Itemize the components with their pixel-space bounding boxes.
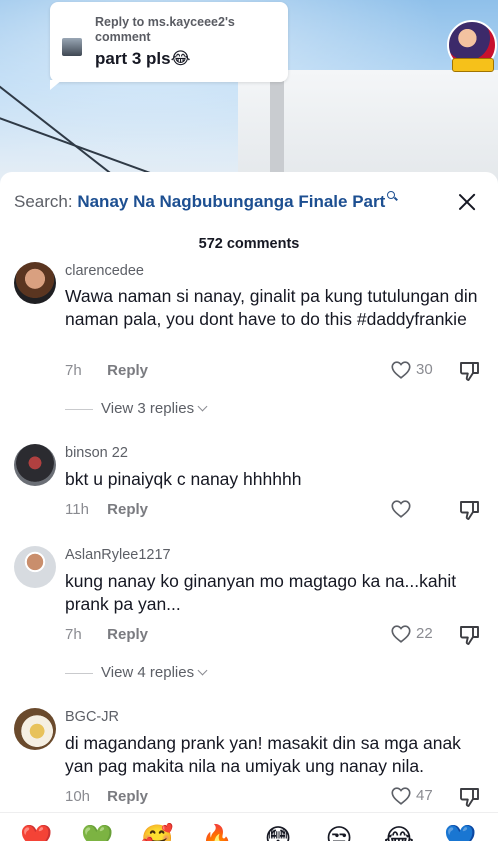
view-replies-label: View 3 replies [101,400,195,417]
avatar[interactable] [14,708,56,750]
like-count: 47 [416,787,433,804]
comment-meta: 7h Reply [65,626,148,643]
search-prefix: Search: [14,192,73,211]
heart-outline-icon [391,787,411,805]
comment-username[interactable]: BGC-JR [65,709,119,725]
comment-text: bkt u pinaiyqk c nanay hhhhhh [65,469,302,489]
like-button[interactable]: 47 [390,785,440,809]
heart-outline-icon [391,625,411,643]
comment-meta: 11h Reply [65,501,148,518]
chevron-down-icon [197,665,208,676]
emoji-smiling-hearts[interactable]: 🥰 [141,822,173,841]
comment-item: BGC-JR di magandang prank yan! masakit d… [0,706,498,810]
avatar[interactable] [14,444,56,486]
emoji-fire[interactable]: 🔥 [201,822,233,841]
reply-button[interactable]: Reply [107,362,148,379]
like-button[interactable] [390,498,440,522]
dislike-button[interactable] [458,359,482,383]
comment-username[interactable]: clarencedee [65,262,144,276]
divider-line [65,672,93,674]
like-button[interactable]: 22 [390,623,440,647]
emoji-green-heart[interactable]: 💚 [81,822,113,841]
thumbs-down-icon [460,362,479,381]
creator-badge [452,58,494,72]
comment-time: 7h [65,362,82,379]
comment-count: 572 comments [198,236,300,252]
view-replies-label: View 4 replies [101,664,195,681]
comment-meta: 7h Reply [65,362,148,379]
reply-text: part 3 pls😂 [95,49,191,68]
comment-username[interactable]: AslanRylee1217 [65,547,171,563]
emoji-blue-heart[interactable]: 💙 [444,822,476,841]
comment-item: clarencedee Wawa naman si nanay, ginalit… [0,258,498,418]
emoji-red-heart[interactable]: ❤️ [20,822,52,841]
heart-outline-icon [391,361,411,379]
video-background: Reply to ms.kayceee2's comment part 3 pl… [0,0,498,190]
reply-button[interactable]: Reply [107,501,148,518]
dislike-button[interactable] [458,498,482,522]
avatar[interactable] [14,546,56,588]
thumbs-down-icon [460,626,479,645]
close-icon[interactable] [454,190,480,216]
emoji-quick-bar: ❤️ 💚 🥰 🔥 😳 😒 😂 💙 [0,812,498,841]
comment-time: 7h [65,626,82,643]
avatar[interactable] [14,262,56,304]
view-replies-button[interactable]: View 4 replies [65,664,208,681]
like-count: 22 [416,625,433,642]
emoji-flushed[interactable]: 😳 [262,822,294,841]
reply-thumbnail [62,38,82,56]
reply-button[interactable]: Reply [107,626,148,643]
comment-time: 10h [65,788,91,805]
like-button[interactable]: 30 [390,359,440,383]
heart-outline-icon [391,500,411,518]
search-icon [387,191,396,199]
search-term-link[interactable]: Nanay Na Nagbubunganga Finale Part [77,192,385,211]
comment-meta: 10h Reply [65,788,148,805]
like-count: 30 [416,361,433,378]
thumbs-down-icon [460,501,479,520]
dislike-button[interactable] [458,785,482,809]
comment-text: kung nanay ko ginanyan mo magtago ka na.… [65,571,457,614]
chevron-down-icon [197,401,208,412]
emoji-unamused[interactable]: 😒 [323,822,355,841]
comment-text: di magandang prank yan! masakit din sa m… [65,733,461,776]
thumbs-down-icon [460,788,479,807]
comment-time: 11h [65,501,89,518]
comments-sheet: Search: Nanay Na Nagbubunganga Finale Pa… [0,172,498,841]
reply-heading: Reply to ms.kayceee2's comment [95,15,235,44]
comment-text: Wawa naman si nanay, ginalit pa kung tut… [65,286,478,329]
comment-item: binson 22 bkt u pinaiyqk c nanay hhhhhh … [0,442,498,532]
view-replies-button[interactable]: View 3 replies [65,400,208,417]
divider-line [65,408,93,410]
comment-item: AslanRylee1217 kung nanay ko ginanyan mo… [0,544,498,684]
dislike-button[interactable] [458,623,482,647]
search-suggestion[interactable]: Search: Nanay Na Nagbubunganga Finale Pa… [14,191,396,214]
reply-comment-sticker[interactable]: Reply to ms.kayceee2's comment part 3 pl… [50,2,288,90]
emoji-joy[interactable]: 😂 [383,822,415,841]
reply-button[interactable]: Reply [107,788,148,805]
comment-username[interactable]: binson 22 [65,445,128,461]
divider-line [0,812,498,813]
